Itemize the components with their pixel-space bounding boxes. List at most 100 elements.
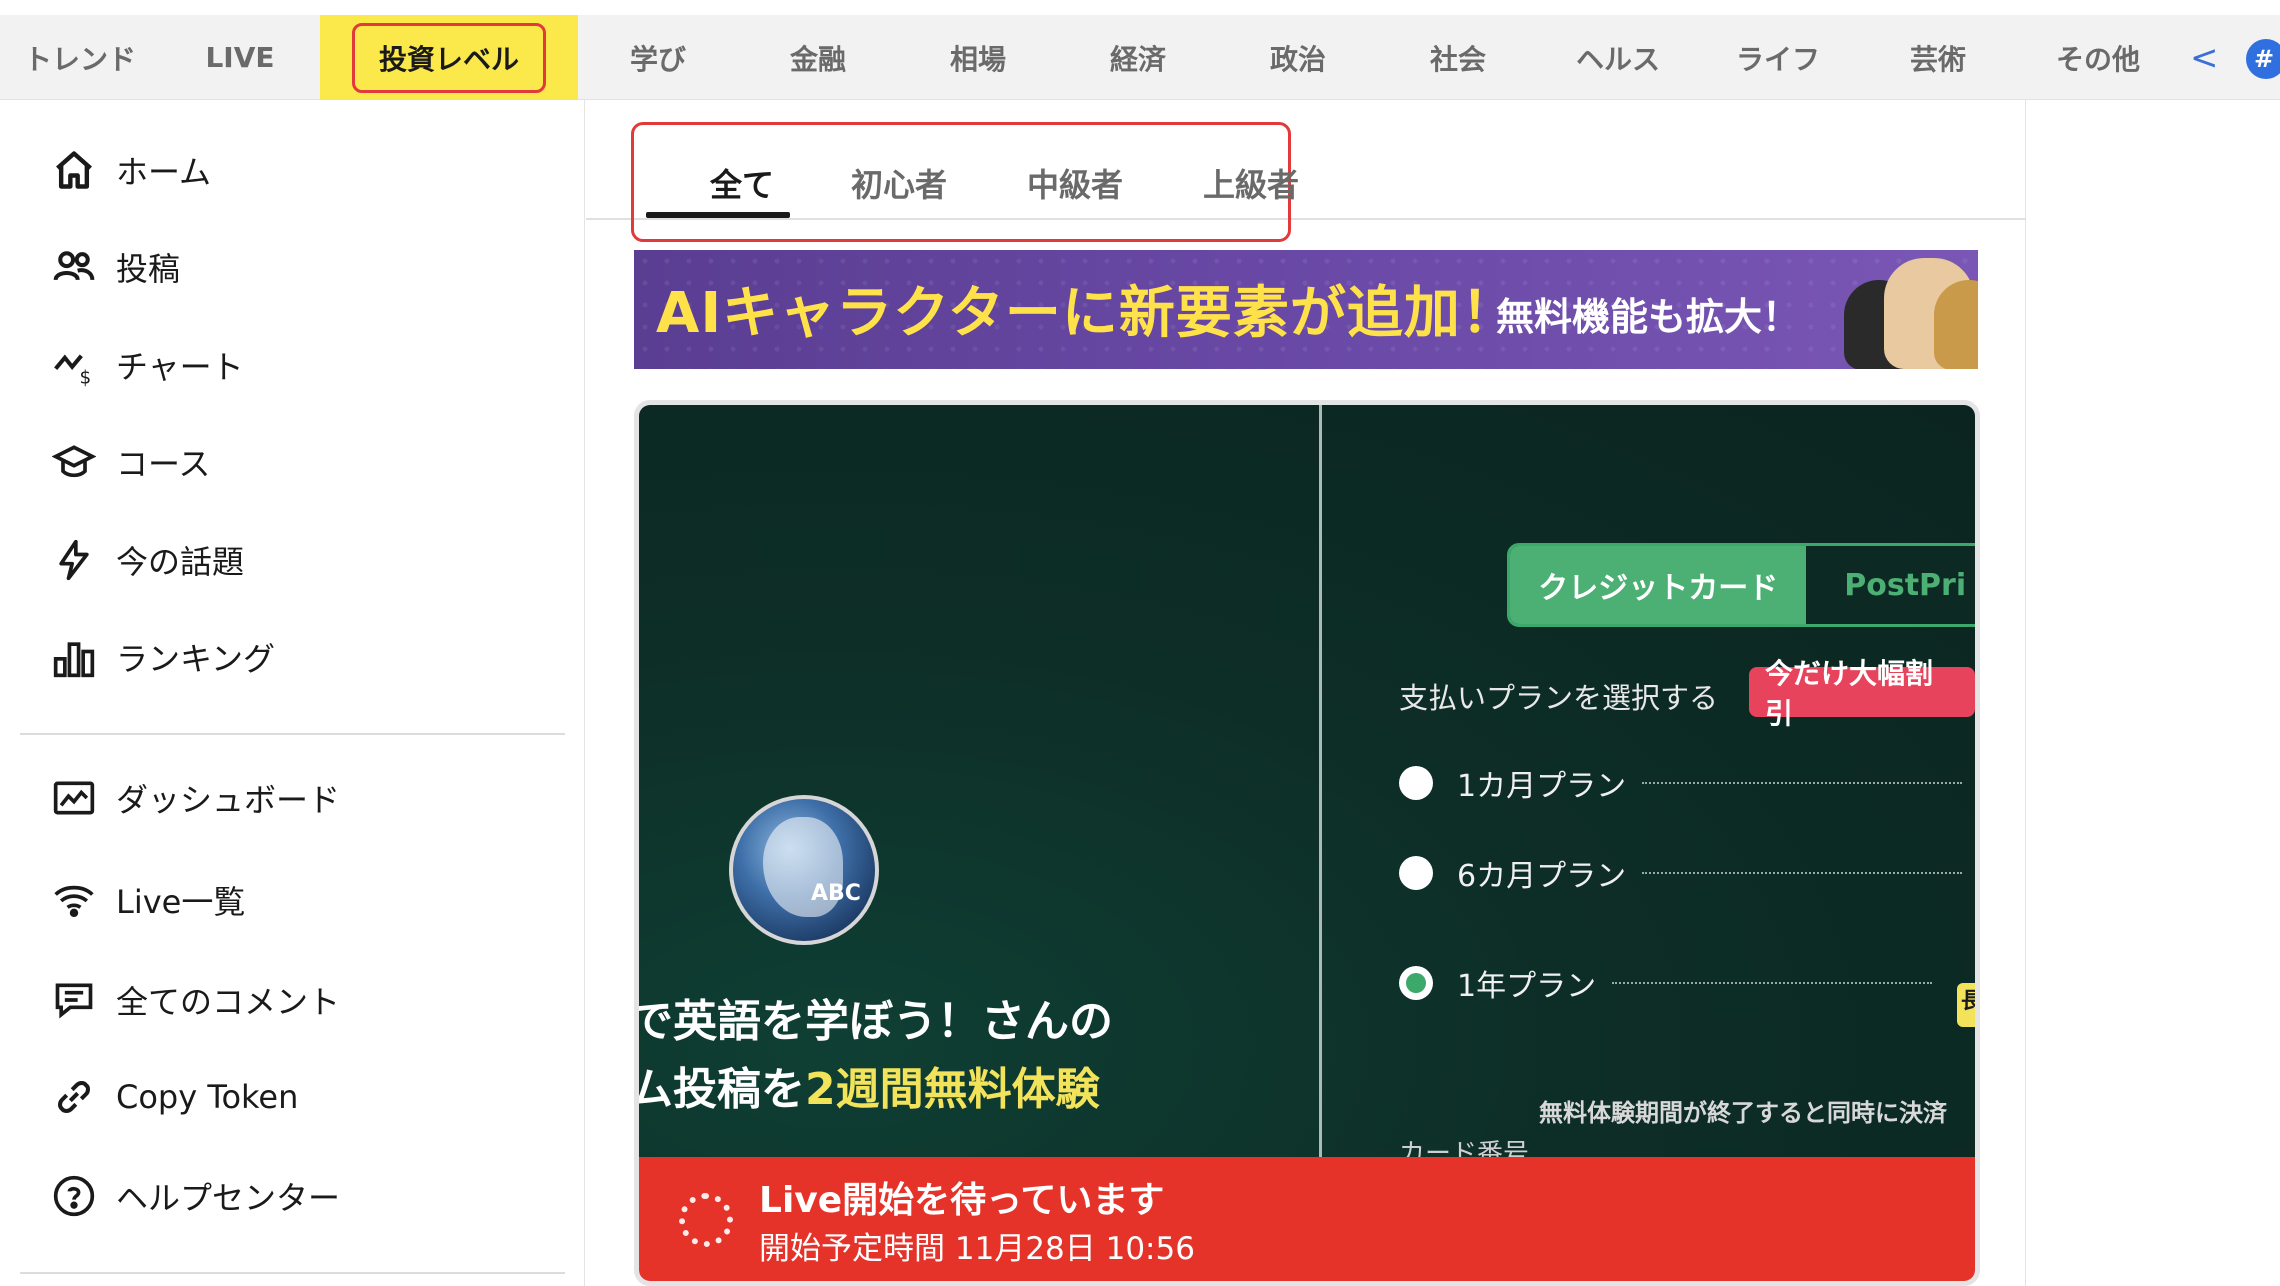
dashboard-icon [50, 774, 98, 822]
sidebar-item-ranking[interactable]: ランキング [50, 627, 275, 687]
live-scheduled-time: 開始予定時間 11月28日 10:56 [759, 1231, 1195, 1267]
plan-option: 1カ月プラン [1399, 761, 1963, 805]
chart-dollar-icon: $ [50, 341, 98, 389]
live-status-title: Live開始を待っています [759, 1180, 1165, 1221]
banner-subtext: 無料機能も拡大！ [1496, 295, 1801, 339]
sidebar-item-help-center[interactable]: ヘルプセンター [50, 1166, 340, 1226]
sidebar-divider [20, 1272, 565, 1274]
hashtag-button[interactable]: # [2246, 39, 2280, 79]
category-label: ライフ [1735, 42, 1820, 76]
plan-leader-dots [1612, 982, 1933, 984]
ranking-bars-icon [50, 633, 98, 681]
sidebar-item-label: ホーム [116, 153, 212, 191]
thumbnail-title-prefix: ム投稿を [639, 1064, 805, 1115]
promo-banner[interactable]: AIキャラクターに新要素が追加！ 無料機能も拡大！ [634, 250, 1978, 369]
radio-icon [1399, 856, 1433, 890]
radio-selected-icon [1399, 966, 1433, 1000]
wifi-icon [50, 876, 98, 924]
sidebar-item-copy-token[interactable]: Copy Token [50, 1067, 298, 1127]
sidebar-item-label: コース [116, 445, 211, 483]
plan-leader-dots [1642, 782, 1963, 784]
sidebar-item-live-list[interactable]: Live一覧 [50, 870, 245, 930]
category-tab-health[interactable]: ヘルス [1538, 15, 1698, 100]
logo-text: ABC [811, 881, 861, 906]
tab-intermediate[interactable]: 中級者 [1000, 155, 1150, 215]
category-tab-market[interactable]: 相場 [898, 15, 1058, 100]
banner-headline: AIキャラクターに新要素が追加！ [656, 281, 1518, 346]
sidebar-item-chart[interactable]: $ チャート [50, 335, 244, 395]
category-label: トレンド [23, 42, 136, 76]
plan-option: 1年プラン [1399, 961, 1933, 1005]
thumbnail-divider [1319, 405, 1322, 1157]
active-tab-underline [646, 212, 790, 218]
sidebar-item-topics[interactable]: 今の話題 [50, 530, 244, 590]
lion-character-icon [1934, 280, 1978, 369]
trial-note: 無料体験期間が終了すると同時に決済 [1539, 1099, 1947, 1127]
category-label: LIVE [205, 41, 275, 74]
sidebar-item-course[interactable]: コース [50, 432, 210, 492]
sidebar-item-all-comments[interactable]: 全てのコメント [50, 970, 340, 1030]
category-label: 学び [629, 42, 686, 76]
sidebar-item-label: 今の話題 [116, 543, 245, 581]
category-tab-society[interactable]: 社会 [1378, 15, 1538, 100]
radio-icon [1399, 766, 1433, 800]
sidebar-item-label: 全てのコメント [116, 983, 341, 1021]
category-label: ヘルス [1575, 42, 1660, 76]
category-label: その他 [2055, 42, 2140, 76]
plan-label: 1カ月プラン [1457, 769, 1627, 804]
sidebar-item-label: ダッシュボード [116, 781, 341, 819]
payment-tab-postprime: PostPri [1806, 546, 1975, 624]
sidebar-item-label: ランキング [116, 640, 276, 678]
sidebar-divider [20, 733, 565, 735]
category-label: 社会 [1429, 42, 1486, 76]
category-label: 投資レベル [351, 22, 546, 93]
payment-tab-credit-card: クレジットカード [1510, 546, 1807, 624]
svg-text:$: $ [80, 367, 92, 387]
users-icon [50, 243, 98, 291]
category-tab-life[interactable]: ライフ [1698, 15, 1858, 100]
category-tab-live[interactable]: LIVE [160, 15, 320, 100]
card-number-label: カード番号 [1399, 1139, 1530, 1157]
tab-advanced[interactable]: 上級者 [1176, 155, 1326, 215]
comment-icon [50, 976, 98, 1024]
tab-all[interactable]: 全て [667, 155, 817, 215]
category-tab-politics[interactable]: 政治 [1218, 15, 1378, 100]
category-tab-finance[interactable]: 金融 [738, 15, 898, 100]
sidebar: ホーム 投稿 $ チャート コース 今の話題 ランキング ダッシュボード Liv… [0, 100, 585, 1286]
category-tab-economy[interactable]: 経済 [1058, 15, 1218, 100]
graduation-cap-icon [50, 438, 98, 486]
category-label: 政治 [1269, 42, 1326, 76]
lightning-icon [50, 536, 98, 584]
category-tab-other[interactable]: その他 [2018, 15, 2178, 100]
plan-yellow-tag: 長 [1957, 983, 1975, 1027]
live-status-bar: Live開始を待っています 開始予定時間 11月28日 10:56 [639, 1157, 1975, 1281]
help-icon [50, 1172, 98, 1220]
sidebar-item-home[interactable]: ホーム [50, 140, 211, 200]
category-tab-learn[interactable]: 学び [578, 15, 738, 100]
plan-leader-dots [1642, 872, 1963, 874]
scroll-left-arrow-icon[interactable]: < [2190, 15, 2219, 100]
sidebar-item-dashboard[interactable]: ダッシュボード [50, 768, 340, 828]
plan-label: 6カ月プラン [1457, 859, 1627, 894]
sidebar-item-posts[interactable]: 投稿 [50, 237, 180, 297]
category-label: 芸術 [1909, 42, 1966, 76]
channel-logo: ABC [729, 795, 879, 945]
main-content: 全て 初心者 中級者 上級者 AIキャラクターに新要素が追加！ 無料機能も拡大！… [586, 100, 2026, 1286]
sidebar-item-label: Live一覧 [116, 883, 246, 921]
sidebar-item-label: チャート [116, 348, 244, 386]
tab-beginner[interactable]: 初心者 [824, 155, 974, 215]
thumbnail-title-highlight: 2週間無料体験 [805, 1064, 1100, 1115]
live-card[interactable]: ABC で英語を学ぼう！さんの ム投稿を2週間無料体験 クレジットカード Pos… [634, 400, 1980, 1286]
category-tab-art[interactable]: 芸術 [1858, 15, 2018, 100]
thumbnail-title-line2: ム投稿を2週間無料体験 [639, 1053, 1100, 1117]
sidebar-item-label: Copy Token [116, 1078, 299, 1116]
plan-yellow-tag-text: 長 [1957, 989, 1975, 1014]
category-tab-trend[interactable]: トレンド [0, 15, 160, 100]
home-icon [50, 146, 98, 194]
live-thumbnail: ABC で英語を学ぼう！さんの ム投稿を2週間無料体験 クレジットカード Pos… [639, 405, 1975, 1157]
level-tabs: 全て 初心者 中級者 上級者 [631, 122, 1299, 242]
category-tab-invest-level[interactable]: 投資レベル [320, 15, 578, 100]
plan-option: 6カ月プラン [1399, 851, 1963, 895]
loading-spinner-icon [679, 1193, 733, 1247]
plan-label: 1年プラン [1457, 969, 1597, 1004]
